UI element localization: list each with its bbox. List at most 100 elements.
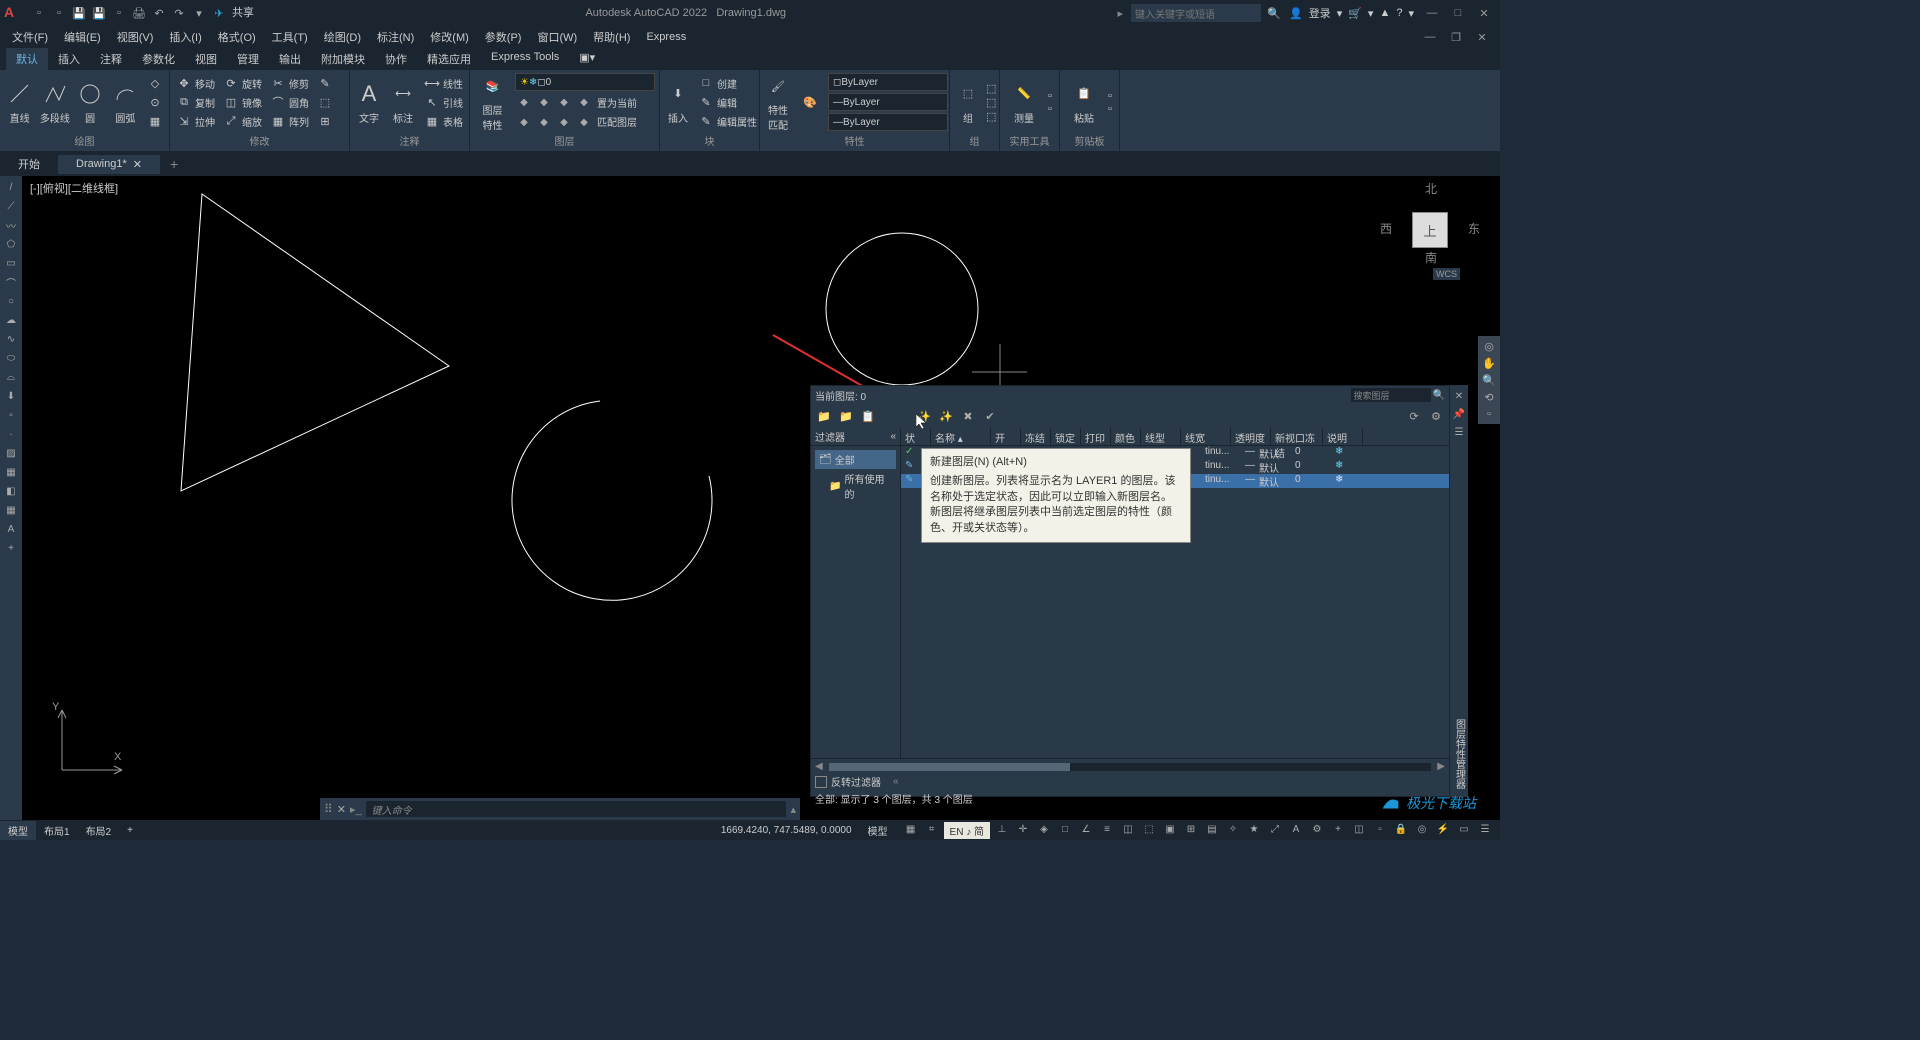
doc-tab-start[interactable]: 开始 bbox=[0, 153, 58, 175]
nav-wheel-icon[interactable]: ◎ bbox=[1484, 340, 1494, 353]
palette-close-icon[interactable]: ✕ bbox=[1452, 389, 1466, 403]
tb-block-icon[interactable]: ▫ bbox=[1, 406, 21, 424]
layer-tool-7[interactable]: ◆ bbox=[555, 113, 573, 131]
customization-icon[interactable]: ☰ bbox=[1476, 822, 1494, 838]
hardware-accel-icon[interactable]: ⚡ bbox=[1434, 822, 1452, 838]
autodesk-icon[interactable]: ▲ bbox=[1379, 7, 1390, 19]
panel-annotate-title[interactable]: 注释 bbox=[354, 132, 465, 149]
mirror-button[interactable]: ◫镜像 bbox=[221, 93, 264, 111]
panel-clip-title[interactable]: 剪贴板 bbox=[1064, 132, 1115, 149]
cmdline-handle-icon[interactable]: ⠿ bbox=[324, 802, 333, 816]
layer-search-input[interactable]: 搜索图层 bbox=[1351, 388, 1431, 402]
osnap-icon[interactable]: □ bbox=[1056, 822, 1074, 838]
panel-modify-title[interactable]: 修改 bbox=[174, 132, 345, 149]
tb-table-icon[interactable]: ▦ bbox=[1, 501, 21, 519]
doc-close-icon[interactable]: ✕ bbox=[1470, 28, 1494, 46]
annotation-visibility-icon[interactable]: ★ bbox=[1245, 822, 1263, 838]
panel-props-title[interactable]: 特性 bbox=[764, 132, 945, 149]
isodraft-icon[interactable]: ◈ bbox=[1035, 822, 1053, 838]
share-label[interactable]: 共享 bbox=[232, 4, 254, 22]
selection-cycling-icon[interactable]: ⬚ bbox=[1140, 822, 1158, 838]
doc-tab-add-icon[interactable]: + bbox=[160, 153, 188, 175]
circle-button[interactable]: 圆 bbox=[75, 80, 106, 125]
linear-button[interactable]: ⟷线性 bbox=[422, 74, 465, 92]
match-layer-button[interactable]: 匹配图层 bbox=[595, 112, 639, 130]
saveas-icon[interactable]: 💾 bbox=[90, 4, 108, 22]
tb-revcloud-icon[interactable]: ☁ bbox=[1, 311, 21, 329]
leader-button[interactable]: ↖引线 bbox=[422, 93, 465, 111]
gizmo-icon[interactable]: ✧ bbox=[1224, 822, 1242, 838]
lineweight-select[interactable]: — ByLayer bbox=[828, 93, 948, 111]
panel-layer-title[interactable]: 图层 bbox=[474, 132, 655, 149]
tab-addons[interactable]: 附加模块 bbox=[311, 48, 375, 70]
stretch-button[interactable]: ⇲拉伸 bbox=[174, 112, 217, 130]
util-tool-1[interactable]: ▫ bbox=[1048, 90, 1052, 102]
status-coords[interactable]: 1669.4240, 747.5489, 0.0000 bbox=[721, 825, 852, 836]
web-icon[interactable]: ▫ bbox=[110, 4, 128, 22]
compass-east[interactable]: 东 bbox=[1468, 220, 1480, 237]
status-tab-add-icon[interactable]: + bbox=[119, 823, 141, 838]
tb-mtext-icon[interactable]: A bbox=[1, 520, 21, 538]
tab-annotate[interactable]: 注释 bbox=[90, 48, 132, 70]
status-tab-layout1[interactable]: 布局1 bbox=[36, 821, 78, 840]
arc-button[interactable]: 圆弧 bbox=[110, 80, 141, 125]
appstore-dropdown-icon[interactable]: ▾ bbox=[1368, 7, 1374, 20]
tb-gradient-icon[interactable]: ▦ bbox=[1, 463, 21, 481]
reverse-filter-checkbox[interactable] bbox=[815, 776, 827, 788]
exchange-icon[interactable]: 🛒 bbox=[1348, 7, 1362, 20]
redo-icon[interactable]: ↷ bbox=[170, 4, 188, 22]
scale-button[interactable]: ⤢缩放 bbox=[221, 112, 264, 130]
nav-orbit-icon[interactable]: ⟲ bbox=[1484, 391, 1493, 404]
tb-xline-icon[interactable]: ⟋ bbox=[1, 197, 21, 215]
tb-point-icon[interactable]: ∙ bbox=[1, 425, 21, 443]
status-tab-model[interactable]: 模型 bbox=[0, 821, 36, 840]
lock-ui-icon[interactable]: 🔒 bbox=[1392, 822, 1410, 838]
layer-tool-4[interactable]: ◆ bbox=[575, 93, 593, 111]
tb-circle-icon[interactable]: ○ bbox=[1, 292, 21, 310]
selection-filter-icon[interactable]: ▤ bbox=[1203, 822, 1221, 838]
block-attr-button[interactable]: ✎编辑属性 bbox=[696, 112, 759, 130]
compass-north[interactable]: 北 bbox=[1425, 180, 1437, 197]
paste-button[interactable]: 📋粘贴 bbox=[1064, 80, 1104, 125]
menu-format[interactable]: 格式(O) bbox=[212, 27, 262, 47]
tab-close-icon[interactable]: ✕ bbox=[133, 158, 142, 171]
modify-misc-1[interactable]: ✎ bbox=[315, 74, 335, 92]
otrack-icon[interactable]: ∠ bbox=[1077, 822, 1095, 838]
block-create-button[interactable]: □创建 bbox=[696, 74, 759, 92]
filter-all[interactable]: 🗂全部 bbox=[815, 450, 896, 469]
user-icon[interactable]: 👤 bbox=[1289, 7, 1303, 20]
search-input[interactable]: 键入关键字或短语 bbox=[1131, 4, 1261, 22]
close-icon[interactable]: ✕ bbox=[1472, 4, 1496, 22]
group-tool-1[interactable]: ⬚ bbox=[986, 82, 996, 95]
match-props-button[interactable]: 🖌特性 匹配 bbox=[764, 72, 792, 132]
clean-screen-icon[interactable]: ▭ bbox=[1455, 822, 1473, 838]
group-button[interactable]: ⬚组 bbox=[954, 80, 982, 125]
col-vpfreeze[interactable]: 新视口冻结 bbox=[1271, 428, 1323, 445]
layer-tool-1[interactable]: ◆ bbox=[515, 93, 533, 111]
menu-draw[interactable]: 绘图(D) bbox=[318, 27, 367, 47]
menu-insert[interactable]: 插入(I) bbox=[163, 27, 207, 47]
layer-tool-3[interactable]: ◆ bbox=[555, 93, 573, 111]
col-status[interactable]: 状 bbox=[901, 428, 931, 445]
col-trans[interactable]: 透明度 bbox=[1231, 428, 1271, 445]
layer-tool-5[interactable]: ◆ bbox=[515, 113, 533, 131]
view-cube-face[interactable]: 上 bbox=[1412, 212, 1448, 248]
command-line[interactable]: ⠿ ✕ ▸_ 键入命令 ▴ bbox=[320, 798, 800, 820]
polar-icon[interactable]: ✛ bbox=[1014, 822, 1032, 838]
nav-showmotion-icon[interactable]: ▫ bbox=[1487, 408, 1491, 420]
tab-output[interactable]: 输出 bbox=[269, 48, 311, 70]
plot-icon[interactable]: 🖨 bbox=[130, 4, 148, 22]
compass-west[interactable]: 西 bbox=[1380, 220, 1392, 237]
tab-collab[interactable]: 协作 bbox=[375, 48, 417, 70]
settings-icon[interactable]: ⚙ bbox=[1427, 407, 1445, 425]
tab-manage[interactable]: 管理 bbox=[227, 48, 269, 70]
tb-addselected-icon[interactable]: + bbox=[1, 539, 21, 557]
cmdline-close-icon[interactable]: ✕ bbox=[337, 803, 346, 816]
new-icon[interactable]: ▫ bbox=[30, 4, 48, 22]
lineweight-icon[interactable]: ≡ bbox=[1098, 822, 1116, 838]
set-current-icon[interactable]: ✔ bbox=[981, 407, 999, 425]
block-insert-button[interactable]: ⬇插入 bbox=[664, 80, 692, 125]
isolate-objects-icon[interactable]: ◎ bbox=[1413, 822, 1431, 838]
nav-pan-icon[interactable]: ✋ bbox=[1482, 357, 1496, 370]
tb-ellipse-icon[interactable]: ⬭ bbox=[1, 349, 21, 367]
